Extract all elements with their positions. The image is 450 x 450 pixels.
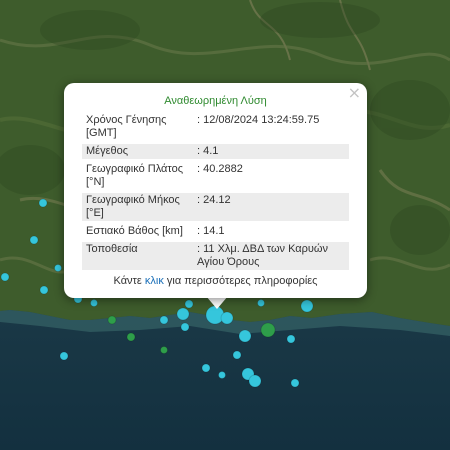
- quake-marker[interactable]: [126, 332, 136, 342]
- quake-marker[interactable]: [201, 363, 211, 373]
- depth-value: : 14.1: [197, 225, 225, 237]
- quake-marker[interactable]: [286, 334, 296, 344]
- quake-marker[interactable]: [300, 299, 314, 313]
- quake-marker[interactable]: [29, 235, 39, 245]
- location-value: : 11 Χλμ. ΔΒΔ των Καρυών Αγίου Όρους: [193, 242, 349, 270]
- quake-marker[interactable]: [107, 315, 117, 325]
- quake-marker[interactable]: [220, 311, 234, 325]
- origin-time-value: : 12/08/2024 13:24:59.75: [197, 114, 320, 126]
- popup-footer: Κάντε κλικ για περισσότερες πληροφορίες: [82, 275, 349, 287]
- quake-marker[interactable]: [0, 272, 10, 282]
- quake-marker[interactable]: [290, 378, 300, 388]
- quake-marker[interactable]: [54, 264, 62, 272]
- magnitude-value: : 4.1: [193, 144, 349, 159]
- footer-prefix: Κάντε: [113, 275, 145, 287]
- more-info-link[interactable]: κλικ: [145, 275, 164, 287]
- row-depth: Εστιακό Βάθος [km] : 14.1: [82, 224, 349, 239]
- quake-marker[interactable]: [257, 299, 265, 307]
- quake-marker[interactable]: [176, 307, 190, 321]
- row-location: Τοποθεσία : 11 Χλμ. ΔΒΔ των Καρυών Αγίου…: [82, 242, 349, 270]
- row-origin-time: Χρόνος Γένησης [GMT] : 12/08/2024 13:24:…: [82, 113, 349, 141]
- row-longitude: Γεωγραφικό Μήκος [°E] : 24.12: [82, 193, 349, 221]
- close-icon[interactable]: ×: [348, 85, 361, 101]
- magnitude-label: Μέγεθος: [82, 144, 193, 159]
- quake-marker[interactable]: [160, 346, 168, 354]
- quake-marker[interactable]: [159, 315, 169, 325]
- popup-title: Αναθεωρημένη Λύση: [164, 95, 267, 107]
- row-latitude: Γεωγραφικό Πλάτος [°N] : 40.2882: [82, 162, 349, 190]
- longitude-value: : 24.12: [193, 193, 349, 221]
- earthquake-details-table: Χρόνος Γένησης [GMT] : 12/08/2024 13:24:…: [82, 110, 349, 273]
- location-label: Τοποθεσία: [82, 242, 193, 270]
- quake-marker[interactable]: [238, 329, 252, 343]
- longitude-label: Γεωγραφικό Μήκος [°E]: [82, 193, 193, 221]
- earthquake-info-popup: × Αναθεωρημένη Λύση Χρόνος Γένησης [GMT]…: [64, 83, 367, 298]
- quake-marker[interactable]: [184, 299, 194, 309]
- quake-marker[interactable]: [90, 299, 98, 307]
- quake-marker[interactable]: [232, 350, 242, 360]
- quake-marker[interactable]: [39, 285, 49, 295]
- row-magnitude: Μέγεθος : 4.1: [82, 144, 349, 159]
- depth-label: Εστιακό Βάθος [km]: [86, 225, 183, 237]
- quake-marker[interactable]: [260, 322, 276, 338]
- quake-marker[interactable]: [180, 322, 190, 332]
- latitude-label: Γεωγραφικό Πλάτος [°N]: [86, 163, 184, 188]
- quake-marker[interactable]: [38, 198, 48, 208]
- quake-marker[interactable]: [59, 351, 69, 361]
- footer-suffix: για περισσότερες πληροφορίες: [163, 275, 318, 287]
- origin-time-label: Χρόνος Γένησης [GMT]: [86, 114, 167, 139]
- latitude-value: : 40.2882: [197, 163, 243, 175]
- quake-marker[interactable]: [248, 374, 262, 388]
- quake-marker[interactable]: [218, 371, 226, 379]
